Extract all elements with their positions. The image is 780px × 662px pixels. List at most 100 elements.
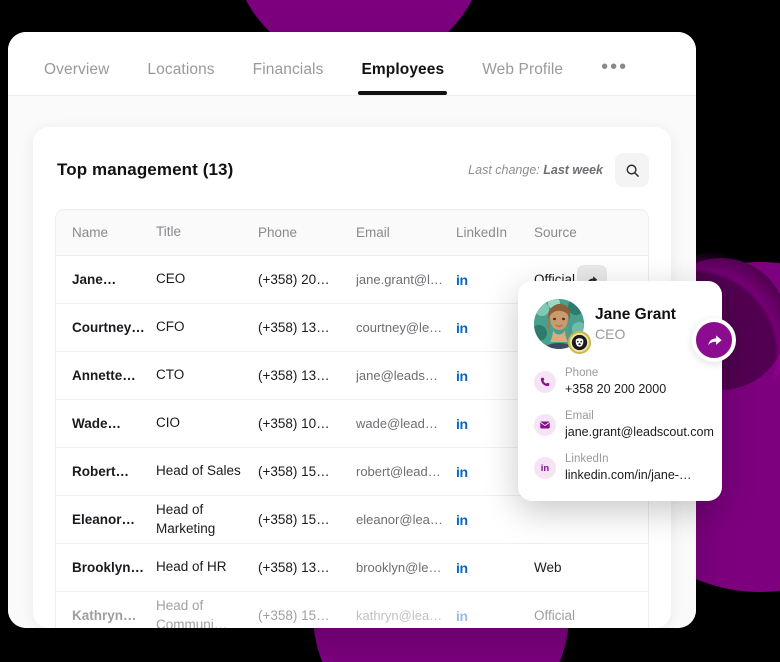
tab-employees[interactable]: Employees — [358, 61, 447, 95]
contact-field-value[interactable]: +358 20 200 2000 — [565, 381, 666, 397]
cell-phone: (+358) 20… — [258, 272, 330, 287]
cell-email: kathryn@lea… — [356, 608, 443, 623]
cell-linkedin: in — [456, 560, 534, 576]
contact-field: in LinkedIn linkedin.com/in/jane-… — [534, 453, 706, 483]
cell-email: jane@leads… — [356, 368, 438, 383]
cell-phone: (+358) 15… — [258, 464, 330, 479]
award-medal-icon — [568, 331, 591, 354]
linkedin-icon[interactable]: in — [456, 608, 468, 624]
cell-phone: (+358) 13… — [258, 320, 330, 335]
contact-field: Email jane.grant@leadscout.com — [534, 410, 714, 440]
page-title: Top management (13) — [57, 160, 234, 179]
cell-title: Head of Sales — [156, 463, 241, 479]
source-label: Official — [534, 608, 576, 623]
last-change-value: Last week — [543, 163, 603, 177]
cell-title: CIO — [156, 415, 181, 431]
cell-email: robert@lead… — [356, 464, 441, 479]
cell-email: courtney@le… — [356, 320, 443, 335]
cell-name: Brooklyn… — [72, 560, 145, 575]
cell-email: wade@lead… — [356, 416, 438, 431]
contact-field-label: LinkedIn — [565, 453, 609, 466]
table-row[interactable]: Kathryn… Head of Communi… (+358) 15… kathry… — [56, 592, 648, 628]
cell-name: Eleanor… — [72, 512, 136, 527]
cell-title: CTO — [156, 367, 185, 383]
cell-name: Wade… — [72, 416, 122, 431]
screenshot-stage: Overview Locations Financials Employees … — [0, 0, 780, 662]
column-header-phone: Phone — [258, 225, 298, 240]
column-header-email: Email — [356, 225, 390, 240]
linkedin-icon[interactable]: in — [456, 320, 468, 336]
avatar-wrapper — [534, 299, 591, 354]
linkedin-icon[interactable]: in — [456, 560, 468, 576]
contact-field-label: Email — [565, 410, 594, 423]
contact-detail-card: Jane Grant CEO Phone +358 20 200 2000 Emai… — [518, 281, 736, 502]
email-icon — [534, 414, 556, 437]
cell-phone: (+358) 13… — [258, 560, 330, 575]
cell-name: Courtney… — [72, 320, 145, 335]
table-row[interactable]: Eleanor… Head of Marketing (+358) 15… elean… — [56, 496, 648, 544]
contact-field: Phone +358 20 200 2000 — [534, 367, 706, 397]
contact-field-label: Phone — [565, 367, 599, 379]
tab-web-profile[interactable]: Web Profile — [482, 61, 563, 95]
cell-phone: (+358) 15… — [258, 512, 330, 527]
cell-name: Robert… — [72, 464, 129, 479]
linkedin-icon[interactable]: in — [456, 464, 468, 480]
search-icon — [626, 164, 639, 177]
cell-linkedin: in — [456, 512, 534, 528]
panel-header-actions: Last change: Last week — [468, 153, 649, 187]
last-change-prefix: Last change: — [468, 163, 544, 177]
phone-icon — [534, 371, 556, 394]
cell-email: brooklyn@le… — [356, 560, 442, 575]
column-header-linkedin: LinkedIn — [456, 225, 508, 240]
cell-title: Head of HR — [156, 559, 227, 575]
contact-name: Jane Grant — [595, 306, 676, 324]
phone-icon — [540, 377, 550, 387]
column-header-name: Name — [72, 225, 109, 240]
contact-role: CEO — [595, 325, 626, 342]
tab-bar: Overview Locations Financials Employees … — [8, 32, 696, 96]
cell-email: eleanor@lea… — [356, 512, 443, 527]
cell-phone: (+358) 10… — [258, 416, 330, 431]
email-icon — [540, 421, 550, 429]
cell-title: CFO — [156, 319, 185, 335]
search-button[interactable] — [615, 153, 649, 187]
cell-source: Official — [534, 608, 626, 623]
tab-more-icon[interactable]: ••• — [601, 57, 628, 95]
table-row[interactable]: Brooklyn… Head of HR (+358) 13… brooklyn@le… — [56, 544, 648, 592]
tab-locations[interactable]: Locations — [147, 61, 214, 95]
panel-header: Top management (13) Last change: Last we… — [55, 153, 649, 187]
column-header-source: Source — [534, 225, 577, 240]
cell-title: Head of Communi… — [156, 598, 228, 628]
cell-email: jane.grant@l… — [356, 272, 443, 287]
linkedin-icon: in — [534, 457, 556, 480]
cell-phone: (+358) 13… — [258, 368, 330, 383]
tab-overview[interactable]: Overview — [44, 61, 109, 95]
contact-field-value[interactable]: linkedin.com/in/jane-… — [565, 467, 691, 483]
last-change-label: Last change: Last week — [468, 163, 603, 177]
contact-field-text: Phone +358 20 200 2000 — [565, 367, 666, 397]
cell-linkedin: in — [456, 608, 534, 624]
cell-name: Kathryn… — [72, 608, 137, 623]
cell-phone: (+358) 15… — [258, 608, 330, 623]
cell-name: Annette… — [72, 368, 136, 383]
linkedin-icon[interactable]: in — [456, 512, 468, 528]
contact-identity: Jane Grant CEO — [595, 306, 676, 342]
linkedin-icon[interactable]: in — [456, 272, 468, 288]
contact-field-value[interactable]: jane.grant@leadscout.com — [565, 424, 714, 440]
contact-field-text: Email jane.grant@leadscout.com — [565, 410, 714, 440]
table-header-row: Name Title Phone Email LinkedIn Source — [56, 210, 648, 256]
linkedin-icon[interactable]: in — [456, 416, 468, 432]
contact-card-header: Jane Grant CEO — [534, 299, 736, 362]
cell-name: Jane… — [72, 272, 117, 287]
column-header-title: Title — [156, 224, 182, 240]
contact-fields-list: Phone +358 20 200 2000 Email jane.grant@lea… — [534, 367, 714, 483]
share-arrow-icon — [707, 334, 722, 345]
tab-financials[interactable]: Financials — [253, 61, 324, 95]
medal-inner-icon — [571, 334, 588, 351]
contact-share-button[interactable] — [692, 318, 736, 362]
contact-field-text: LinkedIn linkedin.com/in/jane-… — [565, 453, 691, 483]
source-label: Web — [534, 560, 562, 575]
cell-title: Head of Marketing — [156, 502, 216, 536]
cell-source: Web — [534, 560, 626, 575]
linkedin-icon[interactable]: in — [456, 368, 468, 384]
